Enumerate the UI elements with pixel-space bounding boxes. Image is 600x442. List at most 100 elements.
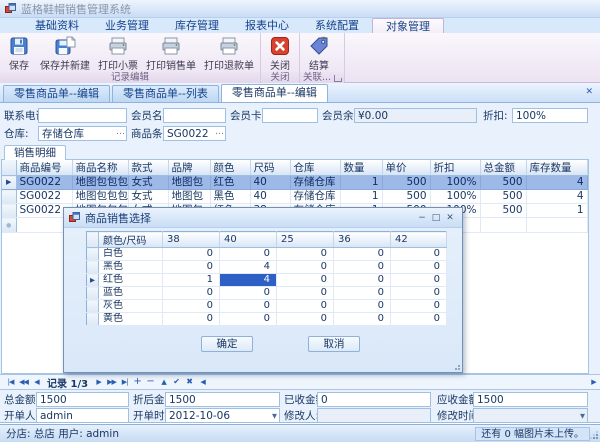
maximize-icon[interactable]: □: [429, 211, 443, 225]
nav-cancel-button[interactable]: ✖: [183, 375, 196, 389]
dialog-titlebar[interactable]: 商品销售选择 − □ ✕: [64, 208, 462, 228]
grid-header-size[interactable]: 尺码: [250, 160, 290, 176]
cell-discount[interactable]: 100%: [430, 190, 480, 204]
matrix-cell[interactable]: 0: [220, 300, 277, 313]
matrix-cell[interactable]: 0: [334, 287, 391, 300]
cell-product-id[interactable]: SG0022: [16, 176, 72, 190]
doc-tab-retail-edit-2[interactable]: 零售商品单--编辑: [221, 84, 328, 102]
matrix-cell[interactable]: 0: [391, 274, 447, 287]
grid-header-product-name[interactable]: 商品名称: [72, 160, 128, 176]
window-resize-grip[interactable]: [591, 432, 599, 440]
grid-header-quantity[interactable]: 数量: [340, 160, 382, 176]
matrix-header-25[interactable]: 25: [277, 232, 334, 248]
received-amount-field[interactable]: [317, 392, 431, 407]
matrix-cell[interactable]: 0: [220, 248, 277, 261]
matrix-cell[interactable]: 0: [277, 248, 334, 261]
hscroll-left-arrow[interactable]: ◀: [196, 375, 209, 389]
doc-tab-retail-list[interactable]: 零售商品单--列表: [112, 85, 219, 102]
barcode-field[interactable]: …: [163, 126, 226, 141]
matrix-row-white[interactable]: 白色 0 0 0 0 0: [87, 248, 447, 261]
matrix-row-blue[interactable]: 蓝色 0 0 0 0 0: [87, 287, 447, 300]
nav-next-page-button[interactable]: ▶▶: [105, 375, 118, 389]
matrix-cell[interactable]: 1: [163, 274, 220, 287]
matrix-header-36[interactable]: 36: [334, 232, 391, 248]
grid-header-warehouse[interactable]: 仓库: [290, 160, 340, 176]
grid-header-discount[interactable]: 折扣: [430, 160, 480, 176]
matrix-cell[interactable]: 0: [220, 287, 277, 300]
issue-time-input[interactable]: [165, 408, 280, 423]
close-tab-icon[interactable]: ✕: [585, 87, 593, 97]
cancel-button[interactable]: 取消: [308, 336, 360, 352]
matrix-cell[interactable]: 0: [391, 287, 447, 300]
matrix-row-gray[interactable]: 灰色 0 0 0 0 0: [87, 300, 447, 313]
close-button[interactable]: 关闭: [263, 34, 297, 72]
matrix-cell[interactable]: 0: [163, 248, 220, 261]
ribbon-tab-object-management[interactable]: 对象管理: [372, 18, 444, 33]
cell-stock[interactable]: 4: [526, 190, 587, 204]
matrix-row-label[interactable]: 白色: [99, 248, 163, 261]
table-row[interactable]: ▶ SG0022 地图包包包 女式 地图包 红色 40 存储仓库 1 500 1…: [2, 176, 587, 190]
print-refund-order-button[interactable]: 打印退款单: [200, 34, 258, 72]
grid-header-unit-price[interactable]: 单价: [382, 160, 430, 176]
matrix-header-42[interactable]: 42: [391, 232, 447, 248]
chevron-down-icon[interactable]: ▼: [272, 412, 277, 420]
cell-warehouse[interactable]: 存储仓库: [290, 190, 340, 204]
cell-warehouse[interactable]: 存储仓库: [290, 176, 340, 190]
warehouse-input[interactable]: [38, 126, 127, 141]
grid-header-product-id[interactable]: 商品编号: [16, 160, 72, 176]
nav-delete-button[interactable]: −: [144, 375, 157, 389]
matrix-header-38[interactable]: 38: [163, 232, 220, 248]
matrix-row-black[interactable]: 黑色 0 4 0 0 0: [87, 261, 447, 274]
nav-first-button[interactable]: |◀: [4, 375, 17, 389]
save-and-new-button[interactable]: 保存并新建: [36, 34, 94, 72]
matrix-row-label[interactable]: 黄色: [99, 313, 163, 326]
nav-next-button[interactable]: ▶: [92, 375, 105, 389]
settle-button[interactable]: 结算: [302, 34, 336, 72]
matrix-cell[interactable]: 0: [277, 287, 334, 300]
ribbon-tab-business[interactable]: 业务管理: [92, 18, 162, 33]
matrix-cell[interactable]: 0: [277, 313, 334, 326]
cell-empty[interactable]: [480, 218, 526, 233]
cell-quantity[interactable]: 1: [340, 190, 382, 204]
matrix-cell[interactable]: 0: [163, 287, 220, 300]
cell-style[interactable]: 女式: [128, 190, 168, 204]
matrix-cell[interactable]: 0: [391, 313, 447, 326]
grid-header-brand[interactable]: 品牌: [168, 160, 210, 176]
print-receipt-button[interactable]: 打印小票: [94, 34, 142, 72]
cell-product-name[interactable]: 地图包包包: [72, 190, 128, 204]
issuer-field[interactable]: [36, 408, 129, 423]
chevron-down-icon[interactable]: ▼: [580, 412, 585, 420]
close-icon[interactable]: ✕: [443, 211, 457, 225]
nav-prev-button[interactable]: ◀: [30, 375, 43, 389]
grid-header-color[interactable]: 颜色: [210, 160, 250, 176]
print-sales-order-button[interactable]: 打印销售单: [142, 34, 200, 72]
nav-post-button[interactable]: ✔: [170, 375, 183, 389]
matrix-cell[interactable]: 0: [334, 274, 391, 287]
cell-empty[interactable]: [526, 218, 587, 233]
matrix-cell[interactable]: 0: [163, 313, 220, 326]
cell-total[interactable]: 500: [480, 190, 526, 204]
cell-style[interactable]: 女式: [128, 176, 168, 190]
matrix-header-40[interactable]: 40: [220, 232, 277, 248]
nav-last-button[interactable]: ▶|: [118, 375, 131, 389]
table-row[interactable]: SG0022 地图包包包 女式 地图包 黑色 40 存储仓库 1 500 100…: [2, 190, 587, 204]
ribbon-tab-system-config[interactable]: 系统配置: [302, 18, 372, 33]
total-amount-field[interactable]: [36, 392, 129, 407]
nav-edit-button[interactable]: ▲: [157, 375, 170, 389]
cell-product-name[interactable]: 地图包包包: [72, 176, 128, 190]
cell-brand[interactable]: 地图包: [168, 190, 210, 204]
grid-header-style[interactable]: 款式: [128, 160, 168, 176]
minimize-icon[interactable]: −: [415, 211, 429, 225]
matrix-cell[interactable]: 4: [220, 261, 277, 274]
receivable-amount-field[interactable]: [473, 392, 588, 407]
member-name-input[interactable]: [163, 108, 226, 123]
hscroll-right-arrow[interactable]: ▶: [587, 375, 600, 389]
matrix-row-label[interactable]: 灰色: [99, 300, 163, 313]
doc-tab-retail-edit-1[interactable]: 零售商品单--编辑: [3, 85, 110, 102]
matrix-row-yellow[interactable]: 黄色 0 0 0 0 0: [87, 313, 447, 326]
cell-size[interactable]: 40: [250, 176, 290, 190]
phone-input[interactable]: [38, 108, 127, 123]
matrix-row-label[interactable]: 黑色: [99, 261, 163, 274]
cell-color[interactable]: 黑色: [210, 190, 250, 204]
cell-stock[interactable]: 1: [526, 204, 587, 218]
